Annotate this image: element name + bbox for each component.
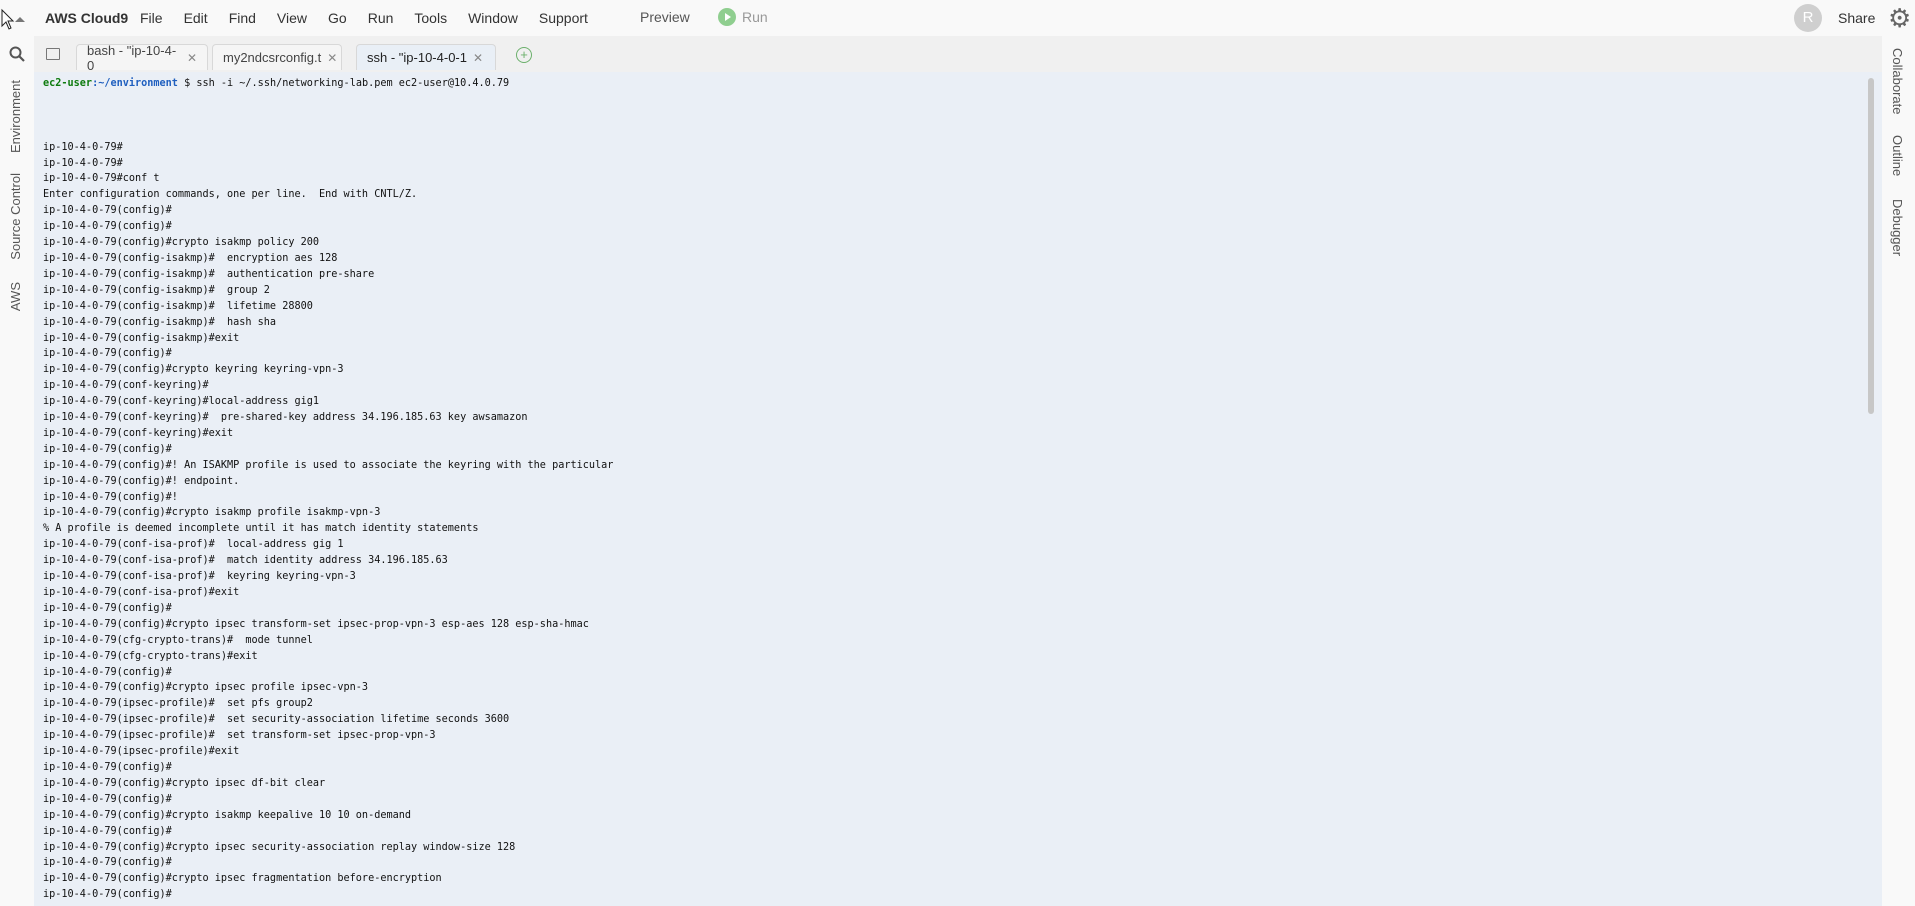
terminal-line: ip-10-4-0-79(config)# [43, 761, 172, 773]
main-menu: File Edit Find View Go Run Tools Window … [140, 10, 609, 26]
terminal-line: ip-10-4-0-79(config)# [43, 602, 172, 614]
terminal-line: ip-10-4-0-79(config)#crypto ipsec df-bit… [43, 777, 326, 789]
terminal-line: ip-10-4-0-79(config)#! An ISAKMP profile… [43, 459, 614, 471]
close-icon[interactable]: ✕ [327, 51, 337, 65]
menu-support[interactable]: Support [539, 10, 588, 26]
terminal-line: ip-10-4-0-79(config)#crypto isakmp polic… [43, 237, 320, 249]
tab-ssh[interactable]: ssh - "ip-10-4-0-1 ✕ [356, 44, 496, 70]
right-panel: Collaborate Outline Debugger [1882, 36, 1915, 906]
tab-bash[interactable]: bash - "ip-10-4-0 ✕ [76, 42, 208, 73]
tab-environment[interactable]: Environment [8, 80, 23, 153]
terminal-line: ip-10-4-0-79(conf-isa-prof)# local-addre… [43, 539, 344, 551]
terminal-line: ip-10-4-0-79(config)#! [43, 491, 178, 503]
terminal-line: ip-10-4-0-79(config)#crypto ipsec securi… [43, 841, 516, 853]
terminal-line: % A profile is deemed incomplete until i… [43, 523, 479, 535]
share-button[interactable]: Share [1838, 10, 1875, 26]
terminal-line: ip-10-4-0-79(ipsec-profile)# set transfo… [43, 730, 436, 742]
prompt-path: :~/environment [92, 78, 178, 89]
terminal-line: ip-10-4-0-79(config)#crypto ipsec transf… [43, 618, 589, 630]
terminal-line: ip-10-4-0-79(cfg-crypto-trans)#exit [43, 650, 258, 662]
terminal-line: ip-10-4-0-79#conf t [43, 173, 160, 185]
terminal-line: ip-10-4-0-79(conf-keyring)#exit [43, 427, 234, 439]
gear-icon[interactable]: ⚙ [1888, 5, 1911, 31]
terminal-line: ip-10-4-0-79(config-isakmp)#exit [43, 332, 240, 344]
menu-run[interactable]: Run [368, 10, 394, 26]
terminal-line: ip-10-4-0-79(config)# [43, 348, 172, 360]
scrollbar-thumb[interactable] [1868, 78, 1874, 414]
app-brand[interactable]: AWS Cloud9 [45, 10, 128, 26]
terminal-line: ip-10-4-0-79(cfg-crypto-trans)# mode tun… [43, 634, 313, 646]
terminal-line: ip-10-4-0-79(config)#crypto ipsec profil… [43, 682, 369, 694]
avatar[interactable]: R [1794, 4, 1822, 32]
play-icon [718, 8, 736, 26]
menu-window[interactable]: Window [468, 10, 518, 26]
terminal-line: ip-10-4-0-79(config-isakmp)# lifetime 28… [43, 300, 313, 312]
terminal-line: ip-10-4-0-79(config)#crypto keyring keyr… [43, 364, 344, 376]
tab-config-file[interactable]: my2ndcsrconfig.t ✕ [212, 44, 342, 70]
menu-file[interactable]: File [140, 10, 163, 26]
terminal-line: ip-10-4-0-79(config-isakmp)# authenticat… [43, 268, 375, 280]
terminal-output: ec2-user:~/environment $ ssh -i ~/.ssh/n… [43, 76, 613, 903]
close-icon[interactable]: ✕ [187, 51, 197, 65]
search-icon[interactable] [9, 46, 25, 62]
menu-edit[interactable]: Edit [184, 10, 208, 26]
editor-tab-bar: bash - "ip-10-4-0 ✕ my2ndcsrconfig.t ✕ s… [34, 36, 1882, 73]
terminal-line: ip-10-4-0-79(ipsec-profile)# set securit… [43, 714, 510, 726]
menu-view[interactable]: View [277, 10, 307, 26]
terminal-line: ip-10-4-0-79(config-isakmp)# encryption … [43, 252, 338, 264]
terminal-line: ip-10-4-0-79(conf-isa-prof)#exit [43, 587, 240, 598]
tab-debugger[interactable]: Debugger [1890, 199, 1905, 256]
left-panel: Environment Source Control AWS [0, 36, 34, 906]
terminal-line: ip-10-4-0-79(config)# [43, 205, 172, 217]
menu-find[interactable]: Find [229, 10, 256, 26]
terminal-line: ip-10-4-0-79(conf-isa-prof)# keyring key… [43, 571, 356, 583]
terminal-line: ip-10-4-0-79(config)# [43, 443, 172, 455]
tab-outline[interactable]: Outline [1890, 135, 1905, 176]
run-button[interactable]: Run [718, 8, 768, 26]
terminal-line: ip-10-4-0-79(config)#crypto isakmp keepa… [43, 809, 412, 821]
terminal-line: ip-10-4-0-79# [43, 157, 123, 169]
terminal-line: ip-10-4-0-79(config)# [43, 221, 172, 233]
terminal-line: ip-10-4-0-79(ipsec-profile)# set pfs gro… [43, 698, 313, 710]
prompt-user: ec2-user [43, 78, 93, 89]
terminal-line: ip-10-4-0-79(conf-isa-prof)# match ident… [43, 555, 448, 567]
terminal-line: ip-10-4-0-79(conf-keyring)#local-address… [43, 396, 320, 408]
terminal-line: ip-10-4-0-79(config)#crypto isakmp profi… [43, 507, 381, 519]
terminal-line: ip-10-4-0-79(config)#crypto ipsec fragme… [43, 873, 442, 885]
tab-aws[interactable]: AWS [8, 282, 23, 311]
terminal-line: ip-10-4-0-79(conf-keyring)# pre-shared-k… [43, 412, 528, 424]
tab-label: ssh - "ip-10-4-0-1 [367, 50, 467, 65]
terminal-line: ip-10-4-0-79(conf-keyring)# [43, 380, 209, 392]
tab-label: my2ndcsrconfig.t [223, 50, 322, 65]
prompt-command: $ ssh -i ~/.ssh/networking-lab.pem ec2-u… [177, 78, 510, 89]
tab-label: bash - "ip-10-4-0 [87, 42, 177, 73]
collapse-arrow-icon[interactable] [0, 8, 30, 32]
terminal-line: Enter configuration commands, one per li… [43, 189, 418, 201]
menu-bar: AWS Cloud9 File Edit Find View Go Run To… [0, 0, 1915, 36]
terminal-line: ip-10-4-0-79(config)# [43, 889, 172, 901]
menu-tools[interactable]: Tools [414, 10, 447, 26]
preview-button[interactable]: Preview [640, 9, 690, 25]
terminal-line: ip-10-4-0-79(config)# [43, 857, 172, 869]
terminal-line: ip-10-4-0-79(config-isakmp)# hash sha [43, 316, 277, 328]
terminal-line: ip-10-4-0-79# [43, 141, 123, 153]
tabs-menu-icon[interactable] [46, 48, 60, 60]
terminal-pane[interactable]: ec2-user:~/environment $ ssh -i ~/.ssh/n… [34, 72, 1882, 906]
tab-collaborate[interactable]: Collaborate [1890, 48, 1905, 115]
terminal-line: ip-10-4-0-79(config)#! endpoint. [43, 475, 240, 487]
menu-go[interactable]: Go [328, 10, 347, 26]
terminal-line: ip-10-4-0-79(config-isakmp)# group 2 [43, 284, 270, 296]
terminal-line: ip-10-4-0-79(ipsec-profile)#exit [43, 746, 240, 758]
terminal-line: ip-10-4-0-79(config)# [43, 793, 172, 805]
prompt-line: ec2-user:~/environment $ ssh -i ~/.ssh/n… [43, 78, 509, 89]
add-tab-icon[interactable]: + [516, 47, 532, 63]
terminal-line: ip-10-4-0-79(config)# [43, 825, 172, 837]
tab-source-control[interactable]: Source Control [8, 173, 23, 260]
terminal-line: ip-10-4-0-79(config)# [43, 666, 172, 678]
run-label: Run [742, 9, 768, 25]
close-icon[interactable]: ✕ [473, 51, 483, 65]
